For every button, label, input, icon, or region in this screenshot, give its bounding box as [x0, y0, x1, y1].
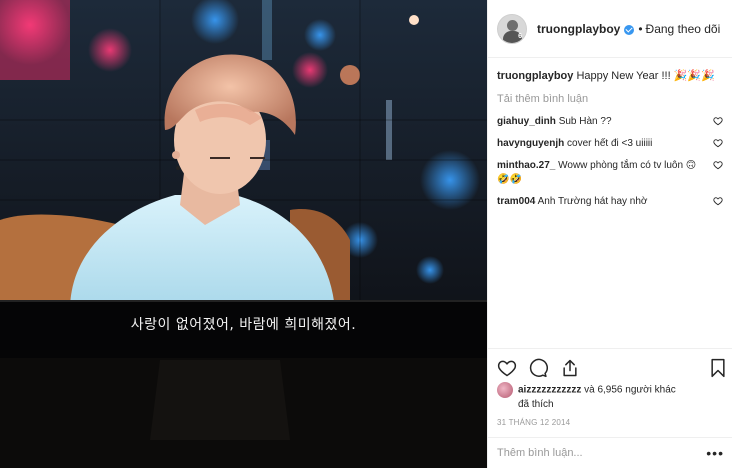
caption-username[interactable]: truongplayboy	[497, 70, 573, 82]
list-item: giahuy_dinh Sub Hàn ??	[497, 115, 723, 129]
liker-avatar	[497, 382, 513, 398]
likes-suffix: đã thích	[518, 399, 554, 410]
caption-text: Happy New Year !!!	[576, 70, 671, 82]
list-item: havynguyenjh cover hết đi <3 uiiiii	[497, 137, 723, 151]
more-icon[interactable]: •••	[706, 445, 724, 461]
liker-username[interactable]: aizzzzzzzzzzz	[518, 385, 581, 396]
comment-text: Sub Hàn ??	[558, 116, 612, 127]
action-bar	[488, 348, 732, 382]
heart-icon[interactable]	[713, 196, 723, 206]
bookmark-icon[interactable]	[709, 358, 727, 378]
comment-text: Anh Trường hát hay nhờ	[537, 196, 648, 207]
video-subtitle: 사랑이 없어졌어, 바람에 희미해졌어.	[130, 317, 357, 333]
comment-text: cover hết đi <3 uiiiii	[567, 138, 653, 149]
post-sidebar: 6 truongplayboy • Đang theo dõi truongpl…	[487, 0, 732, 468]
comment-username[interactable]: giahuy_dinh	[497, 116, 556, 127]
load-more-comments[interactable]: Tải thêm bình luận	[497, 92, 723, 106]
verified-icon	[624, 24, 635, 35]
comment-username[interactable]: minthao.27_	[497, 160, 555, 171]
post-date: 31 THÁNG 12 2014	[497, 418, 571, 427]
party-hat-icon: 🎉🎉🎉	[673, 70, 715, 82]
post-media[interactable]: 사랑이 없어졌어, 바람에 희미해졌어.	[0, 0, 487, 468]
header-username[interactable]: truongplayboy	[537, 22, 620, 36]
post-caption: truongplayboy Happy New Year !!! 🎉🎉🎉	[497, 68, 723, 84]
comment-input[interactable]	[497, 447, 707, 459]
post-photo	[0, 0, 487, 468]
separator-dot: •	[638, 21, 643, 36]
avatar[interactable]: 6	[497, 13, 527, 44]
likes-summary[interactable]: aizzzzzzzzzzz và 6,956 người khác đã thí…	[497, 382, 722, 412]
heart-icon[interactable]	[497, 358, 517, 378]
likes-count-text: và 6,956 người khác	[584, 384, 676, 396]
comments-list: truongplayboy Happy New Year !!! 🎉🎉🎉 Tải…	[488, 58, 732, 209]
heart-icon[interactable]	[713, 116, 723, 126]
comment-username[interactable]: havynguyenjh	[497, 138, 564, 149]
heart-icon[interactable]	[713, 160, 723, 170]
comment-icon[interactable]	[528, 358, 548, 378]
post-header: 6 truongplayboy • Đang theo dõi	[488, 0, 732, 58]
share-icon[interactable]	[560, 358, 580, 378]
list-item: minthao.27_ Woww phòng tắm có tv luôn 🙃🤣…	[497, 159, 723, 187]
avatar-number: 6	[518, 32, 522, 40]
avatar-head	[507, 19, 518, 31]
heart-icon[interactable]	[713, 138, 723, 148]
add-comment-bar: •••	[488, 437, 732, 468]
follow-state-button[interactable]: Đang theo dõi	[646, 22, 721, 36]
list-item: tram004 Anh Trường hát hay nhờ	[497, 195, 723, 209]
comment-username[interactable]: tram004	[497, 196, 535, 207]
